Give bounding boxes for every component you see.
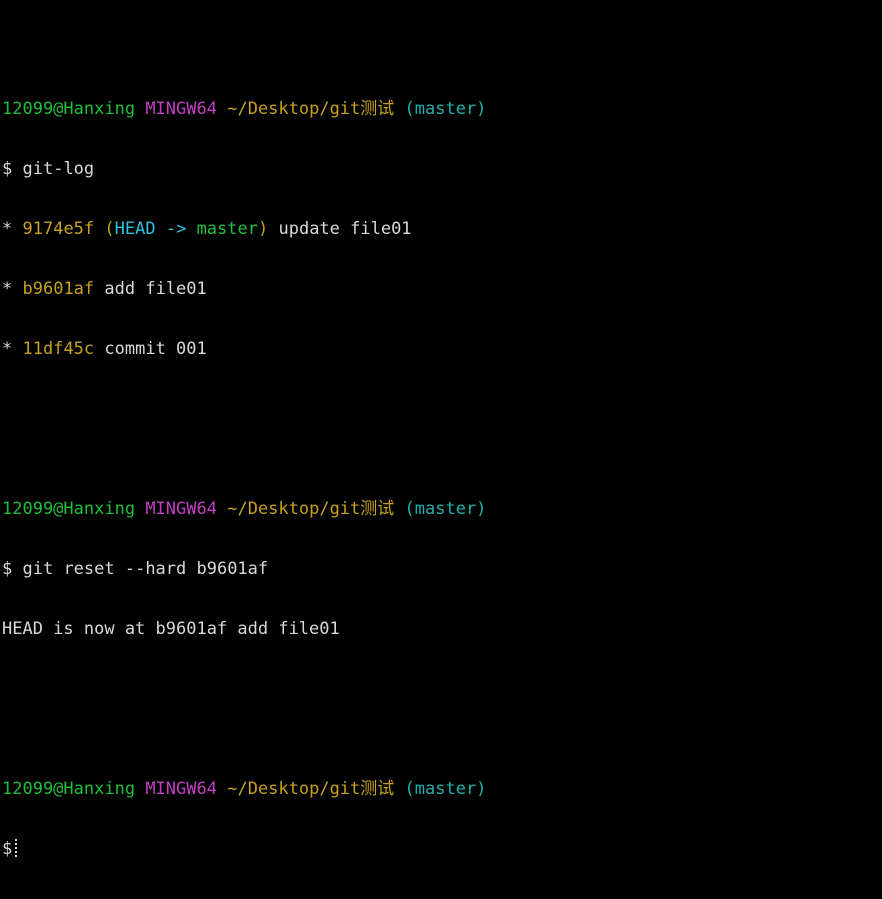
commit-hash: 11df45c [22, 339, 95, 359]
log-star: * [2, 219, 13, 239]
log-star: * [2, 279, 13, 299]
log-star: * [2, 339, 13, 359]
prompt-symbol: $ [2, 839, 13, 859]
command-text: git-log [22, 159, 95, 179]
commit-hash: b9601af [22, 279, 95, 299]
prompt-user-host: 12099@Hanxing [2, 499, 136, 519]
commit-message: add file01 [104, 279, 207, 299]
commit-message: update file01 [278, 219, 412, 239]
ref-arrow: -> [155, 219, 197, 239]
commit-message: commit 001 [104, 339, 207, 359]
prompt-system: MINGW64 [145, 779, 217, 799]
prompt-line: 12099@Hanxing MINGW64 ~/Desktop/git测试 (m… [2, 99, 880, 119]
log-entry: * b9601af add file01 [2, 279, 880, 299]
command-output: HEAD is now at b9601af add file01 [2, 619, 340, 639]
prompt-symbol: $ [2, 559, 13, 579]
command-line[interactable]: $ [2, 839, 880, 859]
prompt-line: 12099@Hanxing MINGW64 ~/Desktop/git测试 (m… [2, 779, 880, 799]
ref-branch: master [196, 219, 258, 239]
prompt-branch: (master) [404, 99, 487, 119]
command-line: $ git-log [2, 159, 880, 179]
prompt-symbol: $ [2, 159, 13, 179]
ref-open: ( [104, 219, 115, 239]
prompt-branch: (master) [404, 499, 487, 519]
log-entry: * 11df45c commit 001 [2, 339, 880, 359]
prompt-path: ~/Desktop/git测试 [227, 779, 395, 799]
prompt-system: MINGW64 [145, 499, 217, 519]
prompt-user-host: 12099@Hanxing [2, 779, 136, 799]
ref-close: ) [257, 219, 269, 239]
prompt-branch: (master) [404, 779, 487, 799]
text-cursor[interactable] [15, 839, 18, 857]
prompt-path: ~/Desktop/git测试 [227, 99, 395, 119]
command-line: $ git reset --hard b9601af [2, 559, 880, 579]
log-entry: * 9174e5f (HEAD -> master) update file01 [2, 219, 880, 239]
prompt-path: ~/Desktop/git测试 [227, 499, 395, 519]
prompt-user-host: 12099@Hanxing [2, 99, 136, 119]
prompt-system: MINGW64 [145, 99, 217, 119]
prompt-line: 12099@Hanxing MINGW64 ~/Desktop/git测试 (m… [2, 499, 880, 519]
command-text: git reset --hard b9601af [22, 559, 269, 579]
ref-head: HEAD [114, 219, 156, 239]
commit-hash: 9174e5f [22, 219, 95, 239]
terminal-window[interactable]: 12099@Hanxing MINGW64 ~/Desktop/git测试 (m… [2, 19, 880, 899]
